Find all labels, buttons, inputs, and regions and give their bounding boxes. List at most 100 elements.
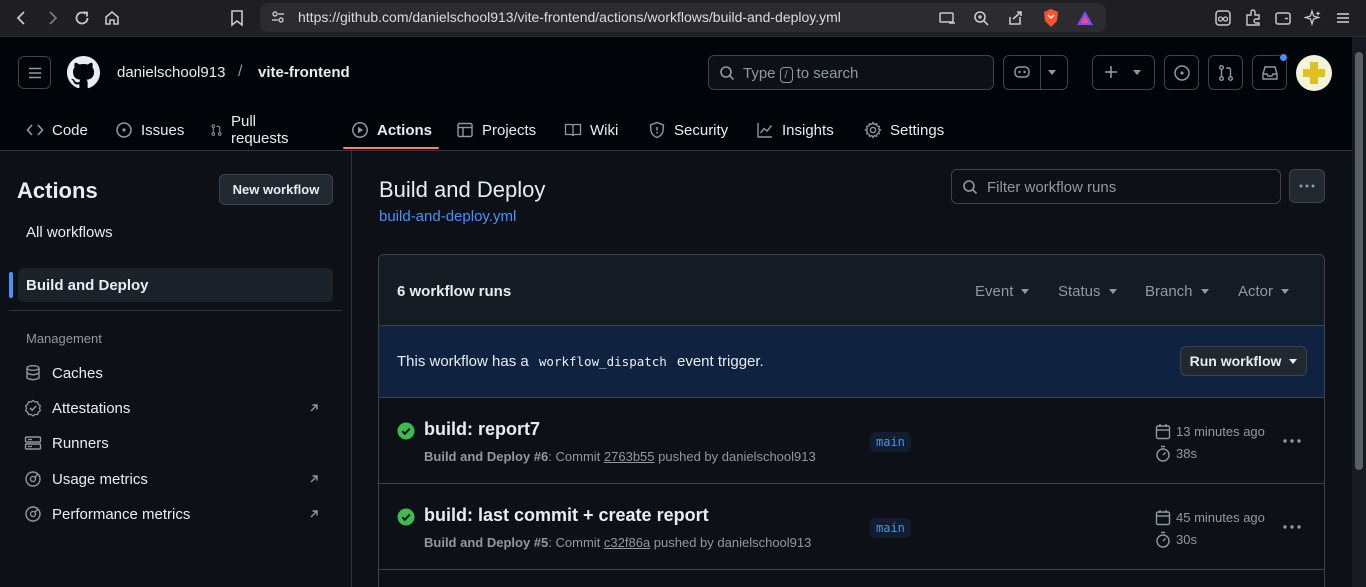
breadcrumb-owner[interactable]: danielschool913 (117, 64, 225, 81)
menu-icon[interactable] (1331, 6, 1355, 30)
actions-sidebar: Actions New workflow All workflows Build… (0, 151, 352, 587)
tab-label: Wiki (590, 121, 619, 139)
run-meta: Build and Deploy #5: Commit c32f86a push… (424, 535, 812, 550)
search-input[interactable]: Type / to search (708, 55, 994, 90)
avatar[interactable] (1296, 55, 1332, 91)
hamburger-menu-button[interactable] (18, 56, 51, 89)
tab-security[interactable]: Security (648, 109, 728, 151)
tab-settings[interactable]: Settings (864, 109, 944, 151)
calendar-icon (1155, 510, 1171, 526)
new-workflow-button[interactable]: New workflow (219, 174, 333, 205)
tab-issues[interactable]: Issues (115, 109, 184, 151)
tab-label: Code (52, 121, 88, 139)
sidebar-divider (9, 310, 342, 311)
github-logo-icon[interactable] (67, 56, 100, 89)
tab-label: Security (674, 121, 729, 139)
tab-pull-requests[interactable]: Pull requests (210, 109, 294, 151)
code-icon (26, 124, 44, 136)
reload-icon[interactable] (70, 6, 94, 30)
run-timestamp: 13 minutes ago (1155, 423, 1265, 440)
sidebar-item-label[interactable]: Build and Deploy (26, 277, 149, 294)
dropdown-label: Event (975, 283, 1014, 300)
run-title[interactable]: build: report7 (424, 419, 540, 440)
pull-requests-button[interactable] (1208, 55, 1243, 90)
more-options-button[interactable] (1289, 169, 1325, 203)
external-link-icon (308, 507, 320, 523)
sidebar-item-caches[interactable]: Caches (24, 361, 103, 385)
sidebar-item-label: Usage metrics (52, 470, 148, 488)
breadcrumb-repo[interactable]: vite-frontend (258, 64, 350, 81)
scrollbar-thumb[interactable] (1355, 52, 1363, 470)
wallet-icon[interactable] (1271, 6, 1295, 30)
issues-button[interactable] (1164, 55, 1199, 90)
sidebar-item-label: Attestations (52, 399, 131, 417)
run-timestamp: 45 minutes ago (1155, 509, 1265, 526)
share-icon[interactable] (1004, 8, 1026, 28)
sidebar-item-usage-metrics[interactable]: Usage metrics (24, 467, 148, 491)
verified-icon (24, 399, 42, 417)
event-filter-dropdown[interactable]: Event (975, 283, 1030, 300)
external-link-icon (308, 401, 320, 417)
back-icon[interactable] (10, 6, 34, 30)
run-options-button[interactable] (1283, 430, 1301, 446)
commit-sha-link[interactable]: c32f86a (604, 535, 650, 550)
github-header: danielschool913 / vite-frontend Type / to … (0, 37, 1352, 151)
play-icon (352, 122, 368, 138)
workflow-run-row[interactable]: build: last commit + create report Build… (379, 484, 1324, 570)
workflow-file-link[interactable]: build-and-deploy.yml (379, 208, 516, 225)
home-icon[interactable] (100, 6, 124, 30)
active-item-indicator (9, 272, 13, 298)
tab-insights[interactable]: Insights (756, 109, 834, 151)
sidebar-item-all-workflows[interactable]: All workflows (26, 224, 113, 241)
chevron-down-icon (1281, 289, 1290, 294)
sidebar-item-performance-metrics[interactable]: Performance metrics (24, 502, 190, 526)
tab-wiki[interactable]: Wiki (564, 109, 618, 151)
search-icon (719, 65, 735, 84)
status-filter-dropdown[interactable]: Status (1058, 283, 1117, 300)
run-workflow-button[interactable]: Run workflow (1180, 346, 1307, 376)
sidebar-item-runners[interactable]: Runners (24, 431, 109, 455)
chevron-down-icon (1108, 289, 1117, 294)
meter-icon (25, 506, 41, 522)
workflow-run-row[interactable]: build: report7 Build and Deploy #6: Comm… (379, 398, 1324, 484)
run-title[interactable]: build: last commit + create report (424, 505, 709, 526)
dropdown-label: Branch (1145, 283, 1193, 300)
branch-badge[interactable]: main (870, 518, 911, 538)
site-settings-icon[interactable] (270, 9, 286, 28)
dropdown-label: Actor (1238, 283, 1274, 300)
sidebar-item-attestations[interactable]: Attestations (24, 396, 130, 420)
brave-rewards-icon[interactable] (1074, 8, 1096, 28)
url-text[interactable]: https://github.com/danielschool913/vite-… (298, 9, 841, 25)
branch-badge[interactable]: main (870, 432, 911, 452)
notification-indicator (1279, 53, 1288, 62)
copilot-button[interactable] (1003, 55, 1068, 90)
dispatch-message: This workflow has a workflow_dispatch ev… (397, 353, 764, 370)
page-scrollbar[interactable] (1352, 37, 1366, 587)
reader-icon[interactable] (1211, 6, 1235, 30)
management-heading: Management (26, 331, 102, 346)
zoom-icon[interactable] (970, 8, 992, 28)
workflow-runs-box: 6 workflow runs Event Status Branch Acto… (378, 254, 1325, 587)
extensions-icon[interactable] (1241, 6, 1265, 30)
address-bar[interactable]: https://github.com/danielschool913/vite-… (260, 3, 1106, 32)
bookmark-icon[interactable] (225, 6, 249, 30)
chevron-down-icon[interactable] (1048, 70, 1056, 75)
external-link-icon (308, 472, 320, 488)
filter-workflow-runs-input[interactable]: Filter workflow runs (951, 169, 1281, 204)
tab-actions[interactable]: Actions (351, 109, 432, 151)
commit-sha-link[interactable]: 2763b55 (604, 449, 655, 464)
tab-projects[interactable]: Projects (456, 109, 536, 151)
cast-icon[interactable] (936, 8, 958, 28)
issue-icon (116, 122, 132, 138)
create-new-button[interactable] (1092, 55, 1155, 90)
actor-filter-dropdown[interactable]: Actor (1238, 283, 1290, 300)
brave-shield-icon[interactable] (1040, 8, 1062, 28)
page-title: Build and Deploy (379, 177, 546, 202)
leo-ai-icon[interactable] (1301, 6, 1325, 30)
run-options-button[interactable] (1283, 516, 1301, 532)
forward-icon[interactable] (40, 6, 64, 30)
filter-placeholder: Filter workflow runs (987, 179, 1117, 196)
tab-code[interactable]: Code (26, 109, 88, 151)
branch-filter-dropdown[interactable]: Branch (1145, 283, 1209, 300)
tab-label: Settings (890, 121, 945, 139)
